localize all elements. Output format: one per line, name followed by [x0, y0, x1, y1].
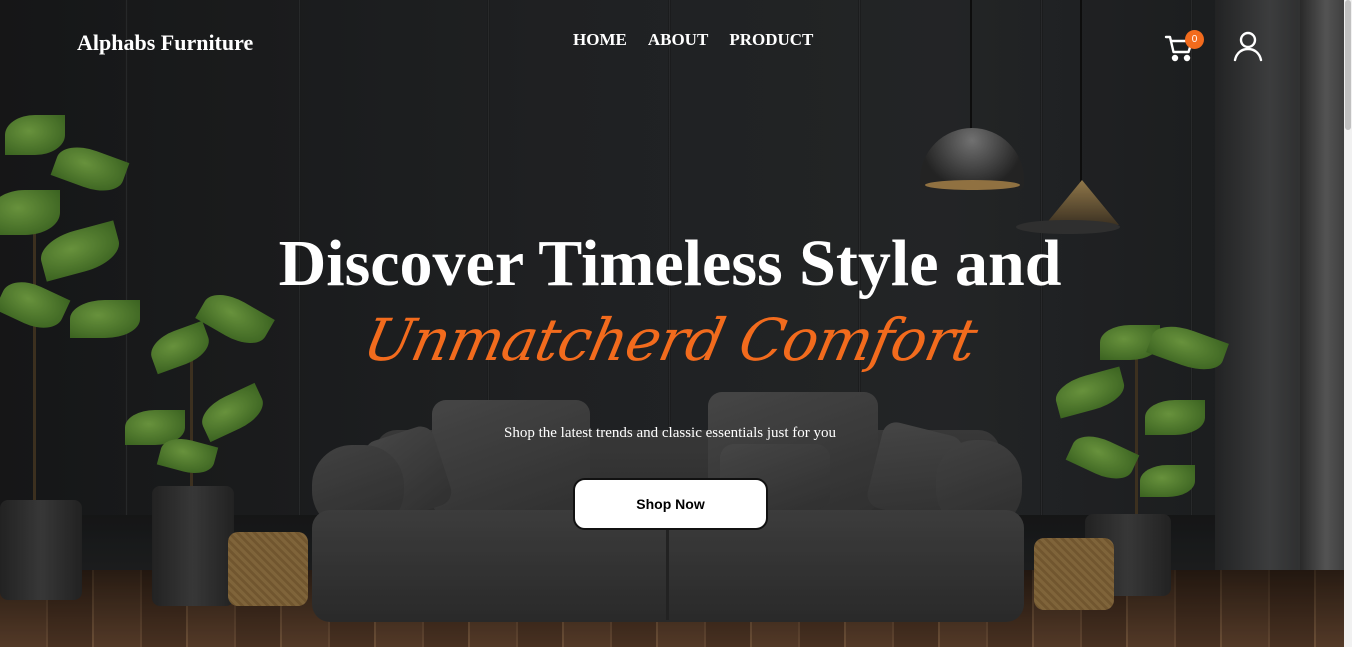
- scrollbar[interactable]: [1344, 0, 1352, 647]
- nav-home[interactable]: HOME: [573, 30, 627, 50]
- scrollbar-thumb[interactable]: [1345, 0, 1351, 130]
- cart-count-badge: 0: [1185, 30, 1204, 49]
- shop-now-button[interactable]: Shop Now: [573, 478, 768, 530]
- hero-script-title: Unmatcherd Comfort: [357, 306, 983, 374]
- hero-subtitle: Shop the latest trends and classic essen…: [503, 425, 837, 441]
- nav-product[interactable]: PRODUCT: [729, 30, 813, 50]
- brand-logo[interactable]: Alphabs Furniture: [77, 30, 253, 56]
- hero-title: Discover Timeless Style and: [278, 227, 1062, 300]
- main-nav: HOME ABOUT PRODUCT: [573, 30, 813, 50]
- user-icon[interactable]: [1232, 30, 1264, 62]
- nav-about[interactable]: ABOUT: [648, 30, 708, 50]
